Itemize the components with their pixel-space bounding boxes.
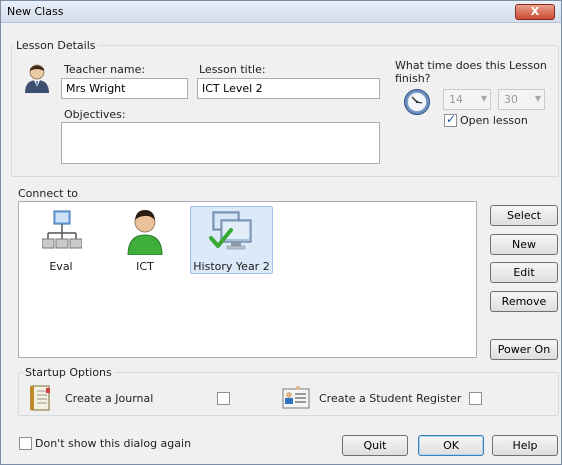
create-journal-label: Create a Journal [65, 392, 154, 405]
student-register-icon [282, 386, 310, 409]
journal-icon [30, 385, 50, 411]
create-register-label: Create a Student Register [319, 392, 462, 405]
hour-spinner[interactable]: 14 ▼ [443, 89, 491, 110]
edit-button[interactable]: Edit [490, 262, 558, 283]
user-icon [127, 210, 163, 255]
objectives-input[interactable] [61, 122, 380, 164]
list-item-history-year-2[interactable]: History Year 2 [190, 206, 273, 274]
close-icon: X [530, 5, 540, 18]
title-bar: New Class X [1, 1, 561, 23]
minute-value: 30 [504, 93, 518, 106]
dont-show-checkbox[interactable] [19, 437, 32, 450]
lesson-title-input[interactable]: ICT Level 2 [197, 78, 380, 99]
minute-arrow-icon[interactable]: ▼ [535, 94, 541, 103]
list-item-label: Eval [49, 260, 73, 273]
create-journal-checkbox[interactable] [217, 392, 230, 405]
teacher-name-input[interactable]: Mrs Wright [61, 78, 188, 99]
ok-button[interactable]: OK [418, 435, 484, 456]
remove-button[interactable]: Remove [490, 291, 558, 312]
new-button[interactable]: New [490, 234, 558, 255]
computer-group-icon [209, 211, 252, 250]
clock-icon [404, 89, 430, 115]
window-title: New Class [7, 5, 64, 18]
objectives-label: Objectives: [64, 108, 126, 121]
startup-options-label: Startup Options [23, 366, 114, 379]
list-item-label: History Year 2 [193, 260, 270, 273]
create-register-checkbox[interactable] [469, 392, 482, 405]
list-item-eval[interactable]: Eval [21, 207, 101, 273]
finish-time-question: What time does this Lesson finish? [395, 59, 547, 85]
close-button[interactable]: X [515, 4, 555, 20]
hour-arrow-icon[interactable]: ▼ [481, 94, 487, 103]
new-class-dialog: New Class X Lesson Details Teacher name:… [0, 0, 562, 465]
lesson-details-label: Lesson Details [14, 39, 98, 52]
network-icon [42, 210, 82, 249]
open-lesson-label: Open lesson [460, 114, 528, 127]
select-button[interactable]: Select [490, 205, 558, 226]
quit-button[interactable]: Quit [342, 435, 408, 456]
teacher-name-label: Teacher name: [64, 63, 146, 76]
open-lesson-checkbox[interactable] [444, 112, 457, 127]
minute-spinner[interactable]: 30 ▼ [498, 89, 545, 110]
dont-show-label: Don't show this dialog again [35, 437, 192, 450]
connect-to-label: Connect to [18, 187, 79, 200]
list-item-label: ICT [136, 260, 154, 273]
list-item-ict[interactable]: ICT [105, 207, 185, 273]
lesson-title-label: Lesson title: [199, 63, 266, 76]
help-button[interactable]: Help [492, 435, 558, 456]
teacher-avatar-icon [25, 64, 49, 93]
hour-value: 14 [449, 93, 463, 106]
power-on-button[interactable]: Power On [490, 339, 558, 360]
